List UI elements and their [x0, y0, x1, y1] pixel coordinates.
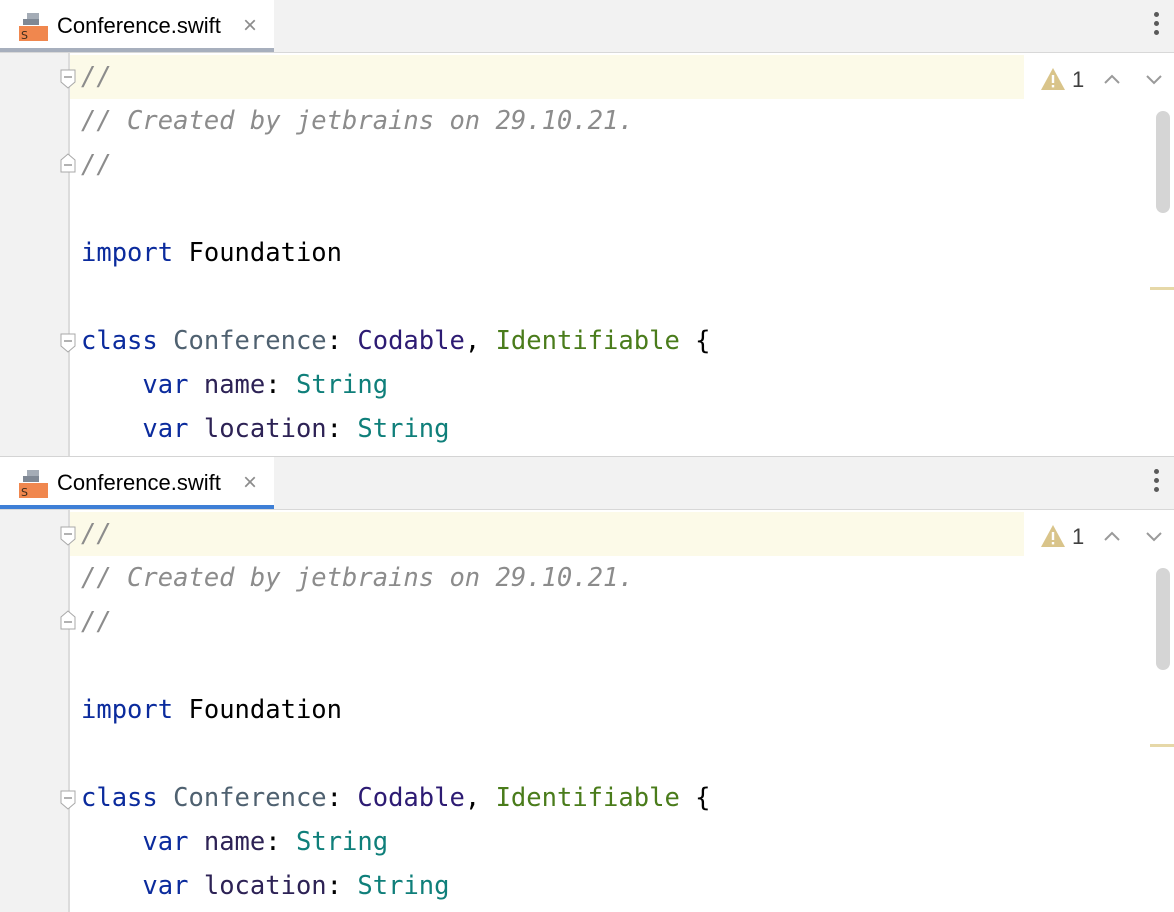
warning-count: 1 [1072, 524, 1085, 549]
editor-pane-top: S Conference.swift × // // Created by je… [0, 0, 1174, 456]
class-name: Conference [173, 326, 327, 356]
fold-start-icon[interactable] [60, 69, 76, 89]
editor-pane-bottom: S Conference.swift × // // Created by je… [0, 457, 1174, 912]
more-options-icon[interactable] [1152, 12, 1160, 40]
warning-stripe-marker[interactable] [1150, 287, 1174, 290]
punctuation: : [326, 414, 343, 444]
keyword: import [81, 238, 174, 268]
variable-name: location [203, 871, 327, 901]
code-line: class Conference: Codable, Identifiable … [81, 319, 711, 363]
protocol-name: Identifiable [495, 326, 680, 356]
module-name: Foundation [188, 238, 343, 268]
tab-bar: S Conference.swift × [0, 0, 1174, 53]
tab-label: Conference.swift [57, 470, 221, 495]
punctuation: , [464, 783, 481, 813]
punctuation: : [326, 326, 343, 356]
more-options-icon[interactable] [1152, 469, 1160, 497]
code-line: // [81, 607, 112, 637]
swift-file-icon: S [19, 470, 48, 499]
tab-underline [0, 48, 274, 52]
chevron-down-icon[interactable] [1144, 69, 1164, 89]
chevron-up-icon[interactable] [1102, 69, 1122, 89]
punctuation: { [695, 326, 711, 356]
variable-name: name [203, 827, 266, 857]
close-icon[interactable]: × [238, 469, 262, 497]
inspection-widget[interactable]: 1 [1040, 65, 1170, 95]
tab-bar: S Conference.swift × [0, 457, 1174, 510]
punctuation: { [695, 783, 711, 813]
code-line: // Created by jetbrains on 29.10.21. [81, 563, 634, 593]
keyword: var [142, 370, 189, 400]
code-editor[interactable]: // // Created by jetbrains on 29.10.21. … [0, 53, 1174, 456]
keyword: var [142, 414, 189, 444]
keyword: import [81, 695, 174, 725]
code-line: import Foundation [81, 231, 342, 275]
variable-name: location [203, 414, 327, 444]
close-icon[interactable]: × [238, 12, 262, 40]
type-name: String [295, 370, 389, 400]
punctuation: , [464, 326, 481, 356]
code-editor[interactable]: // // Created by jetbrains on 29.10.21. … [0, 510, 1174, 912]
punctuation: : [326, 871, 343, 901]
warning-icon[interactable] [1040, 67, 1066, 91]
punctuation: : [265, 827, 281, 857]
code-line: // [81, 519, 112, 549]
code-line: var location: String [81, 407, 450, 451]
code-line: // [81, 150, 112, 180]
keyword: var [142, 827, 189, 857]
warning-count: 1 [1072, 67, 1085, 92]
warning-stripe-marker[interactable] [1150, 744, 1174, 747]
inspection-widget[interactable]: 1 [1040, 522, 1170, 552]
warning-icon[interactable] [1040, 524, 1066, 548]
keyword: class [81, 783, 158, 813]
keyword: class [81, 326, 158, 356]
code-line: class Conference: Codable, Identifiable … [81, 776, 711, 820]
fold-start-icon[interactable] [60, 333, 76, 353]
code-line: var location: String [81, 864, 450, 908]
protocol-name: Identifiable [495, 783, 680, 813]
type-name: String [357, 414, 450, 444]
current-line-highlight [0, 55, 1024, 99]
protocol-name: Codable [357, 326, 465, 356]
variable-name: name [203, 370, 266, 400]
fold-end-icon[interactable] [60, 153, 76, 173]
code-line: var name: String [81, 820, 388, 864]
chevron-up-icon[interactable] [1102, 526, 1122, 546]
code-line: // Created by jetbrains on 29.10.21. [81, 106, 634, 136]
code-line: var name: String [81, 363, 388, 407]
svg-text:S: S [21, 486, 28, 499]
chevron-down-icon[interactable] [1144, 526, 1164, 546]
fold-end-icon[interactable] [60, 610, 76, 630]
fold-start-icon[interactable] [60, 526, 76, 546]
gutter [0, 53, 70, 456]
code-line: // [81, 62, 112, 92]
tab-conference-swift[interactable]: S Conference.swift × [0, 0, 274, 52]
module-name: Foundation [188, 695, 343, 725]
keyword: var [142, 871, 189, 901]
gutter [0, 510, 70, 912]
class-name: Conference [173, 783, 327, 813]
tab-underline [0, 505, 274, 509]
fold-start-icon[interactable] [60, 790, 76, 810]
vertical-scrollbar[interactable] [1156, 111, 1170, 213]
punctuation: : [265, 370, 281, 400]
type-name: String [295, 827, 389, 857]
punctuation: : [326, 783, 343, 813]
tab-conference-swift[interactable]: S Conference.swift × [0, 457, 274, 509]
type-name: String [357, 871, 450, 901]
svg-text:S: S [21, 29, 28, 42]
vertical-scrollbar[interactable] [1156, 568, 1170, 670]
swift-file-icon: S [19, 13, 48, 42]
tab-label: Conference.swift [57, 13, 221, 38]
code-line: import Foundation [81, 688, 342, 732]
current-line-highlight [0, 512, 1024, 556]
protocol-name: Codable [357, 783, 465, 813]
